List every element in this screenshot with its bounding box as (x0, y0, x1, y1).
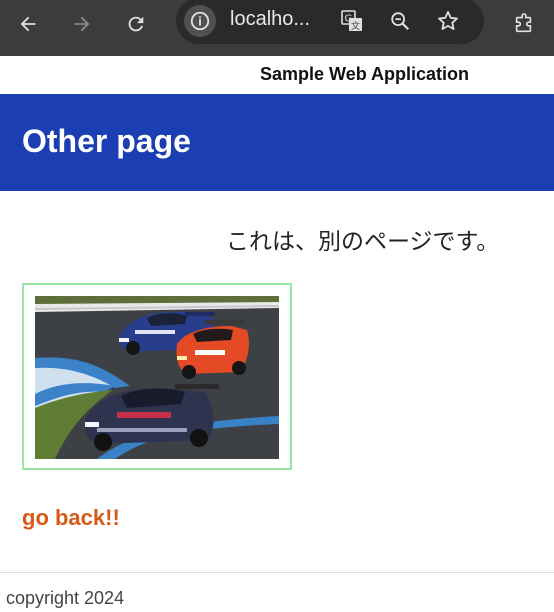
address-url: localho... (230, 8, 311, 30)
reload-icon[interactable] (116, 4, 156, 44)
page-banner: Other page (0, 94, 554, 191)
go-back-link[interactable]: go back!! (22, 505, 120, 531)
address-bar[interactable]: localho... G文 (176, 0, 484, 44)
app-title: Sample Web Application (260, 64, 470, 84)
copyright-text: copyright 2024 (6, 588, 125, 608)
image-frame (22, 283, 292, 470)
app-title-bar: Sample Web Application (0, 56, 554, 94)
racing-cars-image (35, 296, 279, 459)
browser-toolbar: localho... G文 (0, 0, 554, 56)
bookmark-star-icon[interactable] (432, 5, 464, 37)
page-title: Other page (22, 123, 191, 159)
zoom-icon[interactable] (384, 5, 416, 37)
extensions-icon[interactable] (504, 4, 544, 44)
forward-arrow-icon[interactable] (62, 4, 102, 44)
footer-divider (0, 572, 554, 573)
translate-icon[interactable]: G文 (336, 5, 368, 37)
site-info-icon[interactable] (184, 5, 216, 37)
back-arrow-icon[interactable] (8, 4, 48, 44)
page-message: これは、別のページです。 (226, 228, 500, 254)
svg-text:文: 文 (351, 20, 360, 32)
